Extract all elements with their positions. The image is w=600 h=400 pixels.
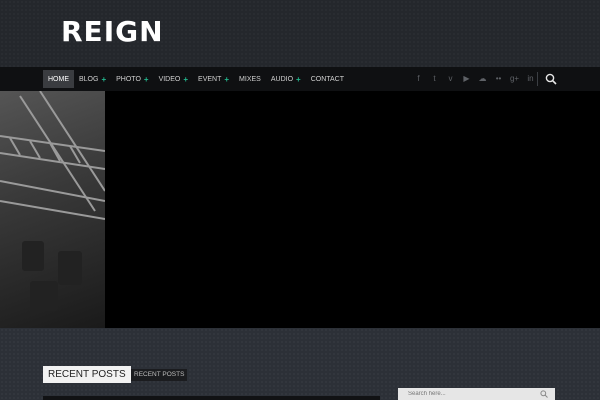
main-navigation-bar: HOME BLOG + PHOTO + VIDEO + EVENT + MIXES AUDIO + CO… bbox=[0, 67, 600, 92]
nav-item-label: HOME bbox=[48, 75, 69, 83]
nav-item-mixes[interactable]: MIXES bbox=[234, 70, 266, 88]
nav-item-blog[interactable]: BLOG + bbox=[74, 70, 111, 88]
nav-item-contact[interactable]: CONTACT bbox=[306, 70, 349, 88]
vimeo-icon[interactable]: v bbox=[444, 73, 457, 85]
submenu-plus-icon: + bbox=[224, 74, 230, 84]
nav-item-label: PHOTO bbox=[116, 75, 141, 83]
recent-posts-heading: RECENT POSTS bbox=[43, 366, 131, 383]
sidebar-search-icon[interactable] bbox=[540, 390, 548, 398]
nav-item-home[interactable]: HOME bbox=[43, 70, 74, 88]
recent-posts-list bbox=[43, 396, 380, 400]
social-links: f t v ▶ ☁ •• g+ in bbox=[412, 73, 537, 85]
nav-item-photo[interactable]: PHOTO + bbox=[111, 70, 153, 88]
youtube-icon[interactable]: ▶ bbox=[460, 73, 473, 85]
submenu-plus-icon: + bbox=[101, 74, 107, 84]
nav-item-audio[interactable]: AUDIO + bbox=[266, 70, 306, 88]
hero-image-stage-truss bbox=[0, 91, 105, 328]
google-plus-icon[interactable]: g+ bbox=[508, 73, 521, 85]
submenu-plus-icon: + bbox=[143, 74, 149, 84]
site-logo[interactable]: REIGN bbox=[61, 15, 164, 49]
nav-item-label: MIXES bbox=[239, 75, 261, 83]
site-header: REIGN bbox=[0, 0, 600, 67]
submenu-plus-icon: + bbox=[183, 74, 189, 84]
recent-posts-tab[interactable]: RECENT POSTS bbox=[131, 369, 188, 381]
sidebar-search-input[interactable] bbox=[398, 388, 555, 400]
linkedin-icon[interactable]: in bbox=[524, 73, 537, 85]
submenu-plus-icon: + bbox=[296, 74, 301, 84]
nav-item-video[interactable]: VIDEO + bbox=[154, 70, 193, 88]
nav-item-label: EVENT bbox=[198, 75, 222, 83]
nav-item-label: AUDIO bbox=[270, 75, 294, 83]
search-icon[interactable] bbox=[545, 73, 557, 85]
flickr-icon[interactable]: •• bbox=[492, 73, 505, 85]
nav-item-label: CONTACT bbox=[310, 75, 344, 83]
twitter-icon[interactable]: t bbox=[428, 73, 441, 85]
soundcloud-icon[interactable]: ☁ bbox=[476, 73, 489, 85]
main-menu: HOME BLOG + PHOTO + VIDEO + EVENT + MIXES AUDIO + CO… bbox=[43, 70, 349, 88]
nav-item-event[interactable]: EVENT + bbox=[193, 70, 234, 88]
nav-item-label: BLOG bbox=[79, 75, 99, 83]
hero-slider[interactable] bbox=[0, 91, 600, 328]
nav-divider bbox=[537, 72, 538, 86]
nav-item-label: VIDEO bbox=[158, 75, 181, 83]
facebook-icon[interactable]: f bbox=[412, 73, 425, 85]
